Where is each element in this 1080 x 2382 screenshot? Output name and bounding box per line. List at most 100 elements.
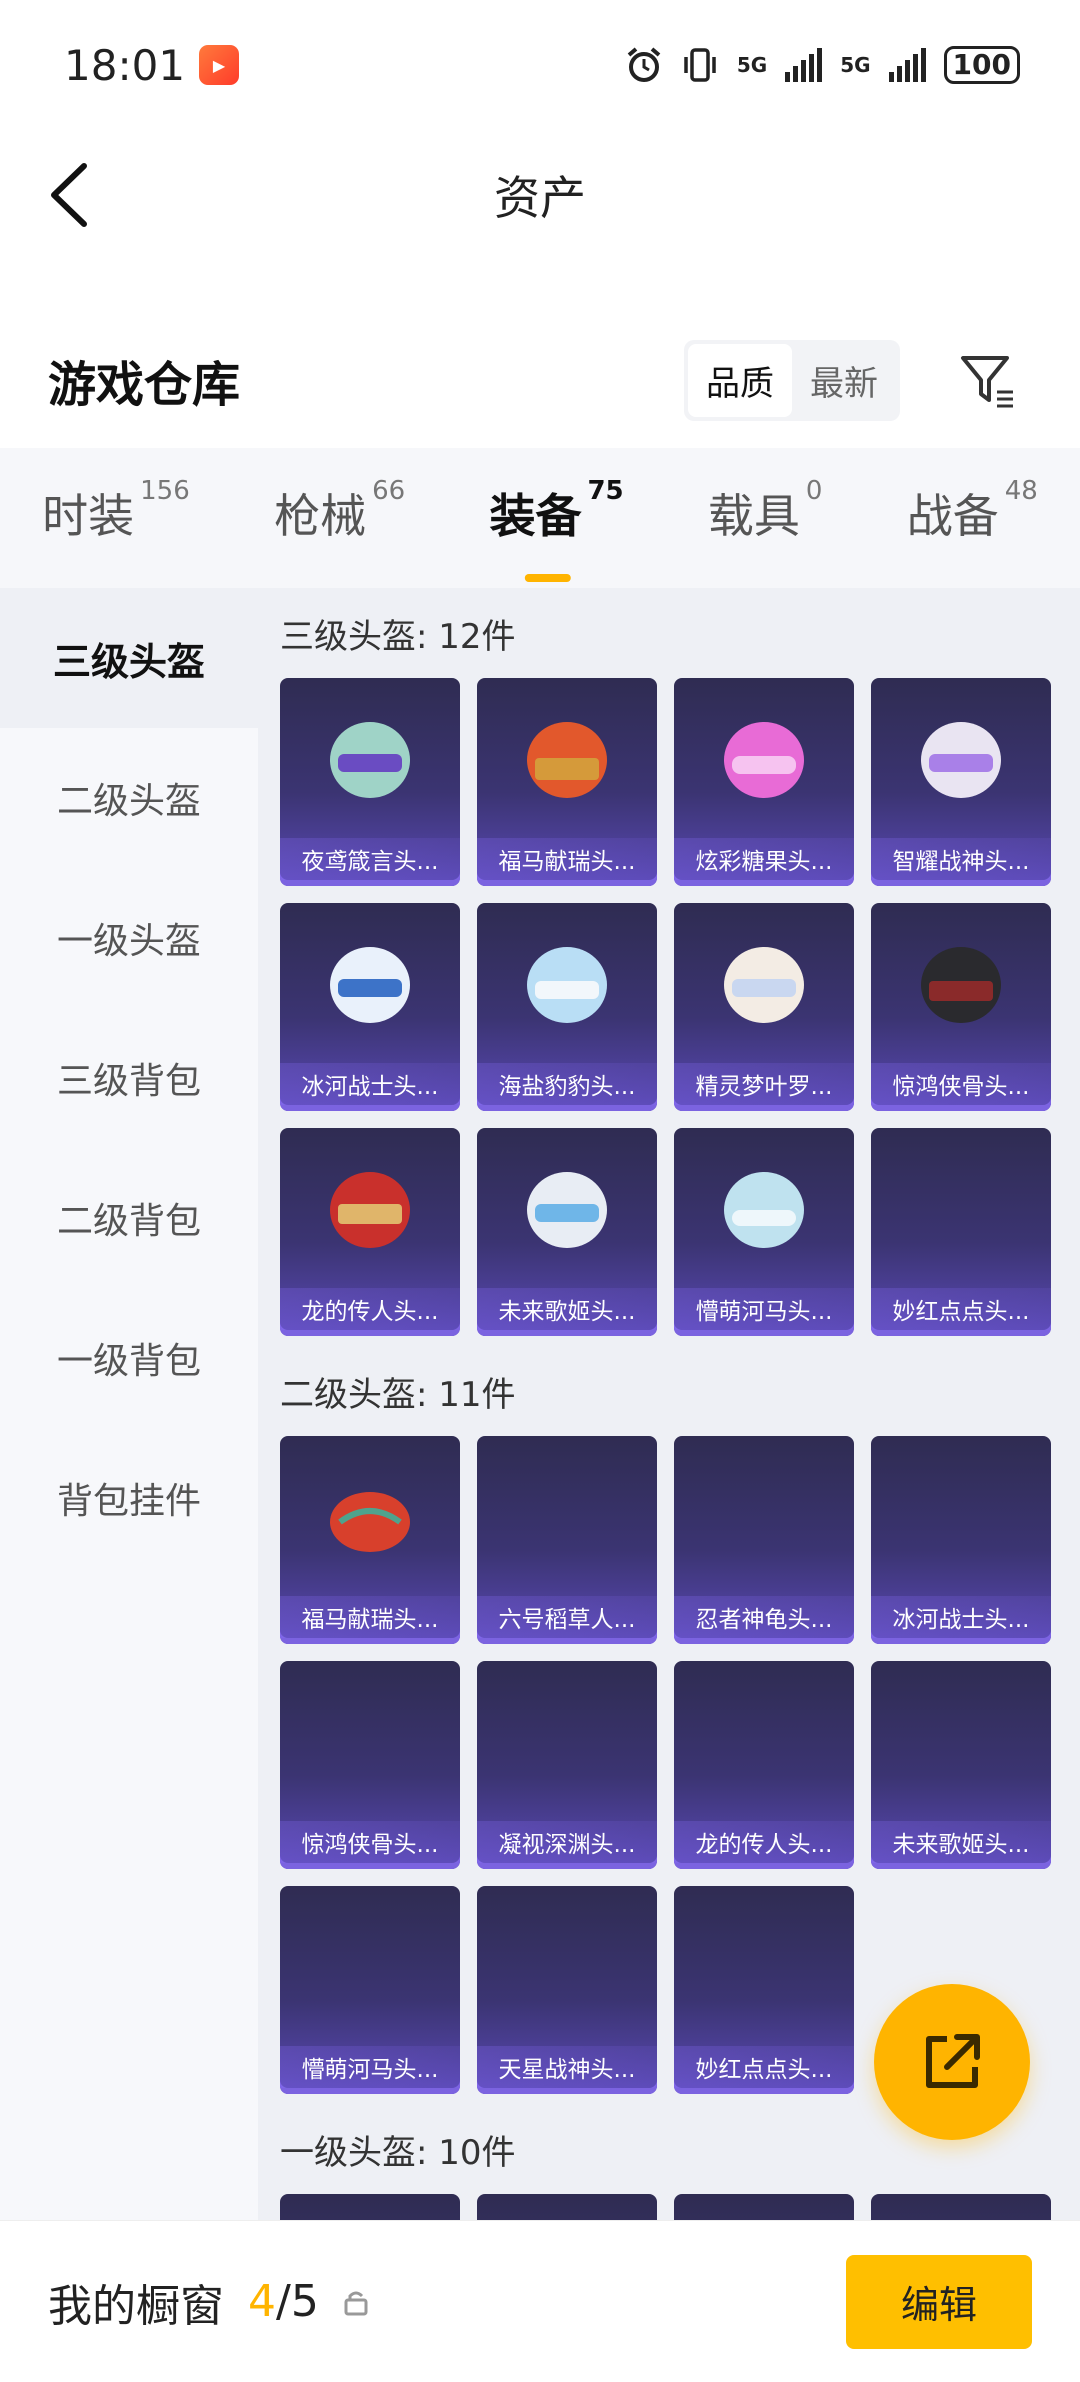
sidebar-item-level1-helmet[interactable]: 一级头盔 bbox=[0, 868, 258, 1008]
tab-label: 战备 bbox=[906, 489, 999, 543]
item-name: 炫彩糖果头... bbox=[674, 838, 854, 880]
item-name: 六号稻草人... bbox=[477, 1596, 657, 1638]
item-card[interactable]: 妙红点点头... bbox=[871, 1128, 1051, 1336]
external-link-icon bbox=[926, 2034, 980, 2088]
showcase-separator: / bbox=[276, 2276, 291, 2327]
item-name: 天星战神头... bbox=[477, 2046, 657, 2088]
tab-label: 装备 bbox=[489, 489, 582, 543]
helmet-icon bbox=[921, 947, 1001, 1023]
item-card[interactable]: 冰河战士头... bbox=[871, 1436, 1051, 1644]
item-card[interactable]: 冰河战士头... bbox=[280, 903, 460, 1111]
item-card[interactable]: 惊鸿侠骨头... bbox=[280, 1661, 460, 1869]
item-card[interactable]: 六号稻草人... bbox=[477, 1436, 657, 1644]
item-card[interactable]: 懵萌河马头... bbox=[280, 1886, 460, 2094]
tab-count: 156 bbox=[140, 476, 190, 506]
helmet-icon bbox=[724, 722, 804, 798]
item-name: 福马献瑞头... bbox=[280, 1596, 460, 1638]
item-card[interactable] bbox=[477, 2194, 657, 2220]
app-notification-icon: ▶ bbox=[199, 45, 240, 85]
back-button[interactable] bbox=[44, 160, 104, 230]
sidebar-item-level2-backpack[interactable]: 二级背包 bbox=[0, 1148, 258, 1288]
sort-segmented-control: 品质 最新 bbox=[684, 339, 900, 421]
item-card[interactable]: 懵萌河马头... bbox=[674, 1128, 854, 1336]
sidebar-item-level3-helmet[interactable]: 三级头盔 bbox=[0, 588, 258, 728]
sidebar: 三级头盔 二级头盔 一级头盔 三级背包 二级背包 一级背包 背包挂件 bbox=[0, 588, 258, 2220]
edit-button[interactable]: 编辑 bbox=[846, 2254, 1032, 2349]
category-tabs: 时装 156 枪械 66 装备 75 载具 0 战备 48 bbox=[0, 448, 1080, 588]
tab-equipment[interactable]: 装备 75 bbox=[489, 476, 624, 582]
filter-button[interactable] bbox=[952, 345, 1022, 415]
helmet-icon bbox=[527, 722, 607, 798]
item-content: 三级头盔: 12件 夜鸢箴言头... 福马献瑞头... 炫彩糖果头... 智耀战… bbox=[280, 588, 1070, 2220]
item-card[interactable]: 海盐豹豹头... bbox=[477, 903, 657, 1111]
item-grid bbox=[280, 2194, 1070, 2220]
item-card[interactable]: 忍者神龟头... bbox=[674, 1436, 854, 1644]
item-card[interactable] bbox=[280, 2194, 460, 2220]
item-card[interactable]: 凝视深渊头... bbox=[477, 1661, 657, 1869]
tab-count: 75 bbox=[587, 476, 624, 506]
item-card[interactable]: 未来歌姬头... bbox=[871, 1661, 1051, 1869]
active-tab-indicator bbox=[524, 574, 571, 582]
showcase-label: 我的橱窗 bbox=[48, 2280, 224, 2332]
helmet-icon bbox=[330, 1172, 410, 1248]
helmet-icon bbox=[724, 1172, 804, 1248]
item-card[interactable]: 龙的传人头... bbox=[280, 1128, 460, 1336]
status-time-group: 18:01 ▶ bbox=[64, 41, 240, 90]
item-name: 惊鸿侠骨头... bbox=[280, 1821, 460, 1863]
tab-fashion[interactable]: 时装 156 bbox=[42, 476, 190, 556]
item-card[interactable]: 智耀战神头... bbox=[871, 678, 1051, 886]
item-grid: 夜鸢箴言头... 福马献瑞头... 炫彩糖果头... 智耀战神头... 冰河战士… bbox=[280, 678, 1070, 1336]
item-card[interactable] bbox=[871, 2194, 1051, 2220]
filter-icon bbox=[961, 356, 1013, 408]
sort-newest-button[interactable]: 最新 bbox=[792, 344, 896, 417]
item-card[interactable]: 精灵梦叶罗... bbox=[674, 903, 854, 1111]
item-name: 懵萌河马头... bbox=[674, 1288, 854, 1330]
item-name: 冰河战士头... bbox=[871, 1596, 1051, 1638]
tab-firearms[interactable]: 枪械 66 bbox=[274, 476, 405, 556]
item-card[interactable]: 福马献瑞头... bbox=[477, 678, 657, 886]
network-type-2: 5G bbox=[840, 53, 871, 77]
tab-count: 0 bbox=[805, 476, 823, 506]
status-bar: 18:01 ▶ 5G 5G 100 bbox=[0, 0, 1080, 130]
helmet-icon bbox=[527, 947, 607, 1023]
item-card[interactable]: 龙的传人头... bbox=[674, 1661, 854, 1869]
bottom-bar: 我的橱窗 4/5 编辑 bbox=[0, 2220, 1080, 2382]
item-card[interactable] bbox=[674, 2194, 854, 2220]
item-name: 龙的传人头... bbox=[674, 1821, 854, 1863]
tab-vehicles[interactable]: 载具 0 bbox=[708, 476, 823, 556]
helmet-icon bbox=[330, 722, 410, 798]
item-name: 懵萌河马头... bbox=[280, 2046, 460, 2088]
item-name: 惊鸿侠骨头... bbox=[871, 1063, 1051, 1105]
sort-quality-button[interactable]: 品质 bbox=[688, 343, 792, 417]
item-name: 未来歌姬头... bbox=[477, 1288, 657, 1330]
item-card[interactable]: 天星战神头... bbox=[477, 1886, 657, 2094]
item-name: 妙红点点头... bbox=[674, 2046, 854, 2088]
share-fab-button[interactable] bbox=[874, 1984, 1030, 2140]
sidebar-item-backpack-charm[interactable]: 背包挂件 bbox=[0, 1428, 258, 1568]
item-card[interactable]: 未来歌姬头... bbox=[477, 1128, 657, 1336]
status-icons: 5G 5G 100 bbox=[625, 46, 1020, 84]
sidebar-item-level3-backpack[interactable]: 三级背包 bbox=[0, 1008, 258, 1148]
signal-icon-2 bbox=[888, 48, 926, 82]
item-name: 凝视深渊头... bbox=[477, 1821, 657, 1863]
header: 资产 bbox=[0, 130, 1080, 260]
item-card[interactable]: 福马献瑞头... bbox=[280, 1436, 460, 1644]
item-name: 精灵梦叶罗... bbox=[674, 1063, 854, 1105]
sidebar-item-level1-backpack[interactable]: 一级背包 bbox=[0, 1288, 258, 1428]
item-name: 夜鸢箴言头... bbox=[280, 838, 460, 880]
tab-label: 时装 bbox=[42, 489, 135, 543]
item-card[interactable]: 惊鸿侠骨头... bbox=[871, 903, 1051, 1111]
item-card[interactable]: 夜鸢箴言头... bbox=[280, 678, 460, 886]
sidebar-item-level2-helmet[interactable]: 二级头盔 bbox=[0, 728, 258, 868]
item-card[interactable]: 妙红点点头... bbox=[674, 1886, 854, 2094]
item-name: 龙的传人头... bbox=[280, 1288, 460, 1330]
item-card[interactable]: 炫彩糖果头... bbox=[674, 678, 854, 886]
helmet-icon bbox=[330, 1492, 410, 1552]
vibrate-icon bbox=[684, 48, 716, 82]
section-title: 三级头盔: 12件 bbox=[280, 616, 516, 657]
showcase-count: 4/5 bbox=[248, 2276, 319, 2327]
tab-supplies[interactable]: 战备 48 bbox=[906, 476, 1038, 556]
helmet-icon bbox=[724, 947, 804, 1023]
chevron-left-icon bbox=[51, 163, 87, 227]
helmet-icon bbox=[330, 947, 410, 1023]
